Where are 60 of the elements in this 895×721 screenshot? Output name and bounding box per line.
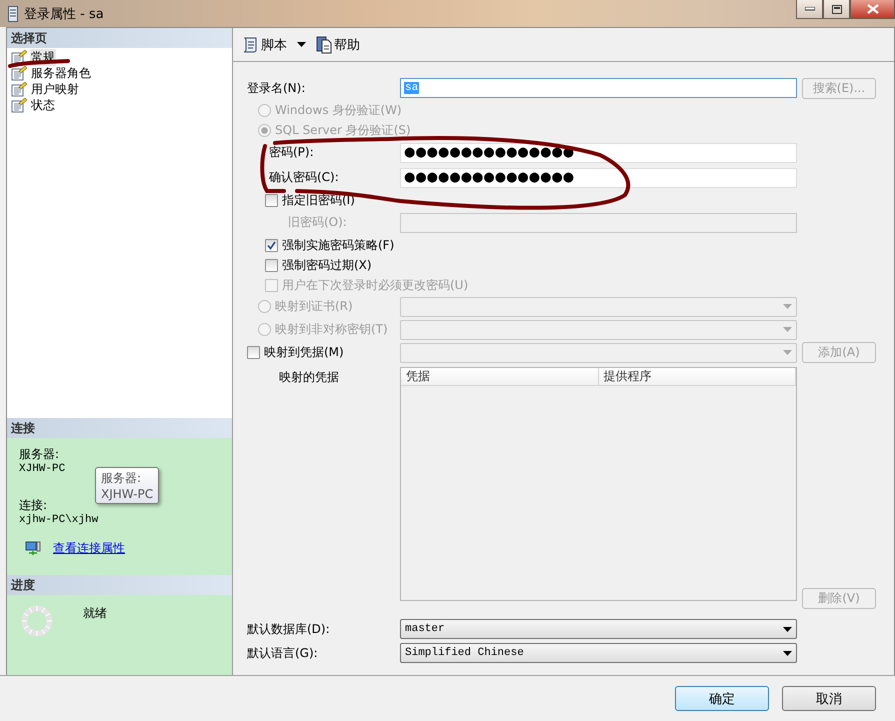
option-label: 映射到证书(R) xyxy=(275,298,353,315)
dropdown-caret-icon xyxy=(783,626,792,632)
dropdown[interactable]: master xyxy=(400,619,797,639)
checkmark-icon xyxy=(267,240,276,250)
page-icon xyxy=(11,66,27,80)
scroll-icon xyxy=(241,36,259,54)
server-label: 服务器: xyxy=(19,446,60,463)
progress-spinner-icon xyxy=(21,605,53,637)
dropdown[interactable]: Simplified Chinese xyxy=(400,643,797,663)
status-text: 就绪 xyxy=(83,605,107,622)
option-label: 强制实施密码策略(F) xyxy=(282,236,394,254)
field-label: 默认数据库(D): xyxy=(247,620,330,638)
grid-label: 映射的凭据 xyxy=(279,369,339,386)
page-list-item[interactable]: 状态 xyxy=(30,96,56,114)
hand-drawn-underline xyxy=(8,59,70,68)
dropdown-caret-icon[interactable] xyxy=(297,42,306,47)
dialog-button[interactable]: 取消 xyxy=(782,686,876,711)
minimize-icon xyxy=(804,7,814,11)
close-icon xyxy=(866,4,878,14)
panel-header: 选择页 xyxy=(7,28,232,48)
option-label: 用户在下次登录时必须更改密码(U) xyxy=(282,276,468,294)
script-button[interactable]: 脚本 xyxy=(239,34,289,56)
field-label: 密码(P): xyxy=(269,144,314,161)
server-name: XJHW-PC xyxy=(19,463,66,475)
column-header[interactable]: 提供程序 xyxy=(598,368,796,385)
maximize-button[interactable] xyxy=(823,0,850,19)
option-label: 强制密码过期(X) xyxy=(282,256,372,274)
minimize-button[interactable] xyxy=(796,0,823,19)
dropdown-caret-icon xyxy=(783,650,792,656)
window-title: 登录属性 - sa xyxy=(24,6,105,22)
column-header[interactable]: 凭据 xyxy=(401,368,598,385)
option-label: 映射到非对称密钥(T) xyxy=(275,321,388,338)
page-list-item[interactable]: 用户映射 xyxy=(30,80,80,98)
panel-header: 连接 xyxy=(7,418,232,438)
dropdown-caret-icon xyxy=(783,304,792,309)
tooltip: 服务器: XJHW-PC xyxy=(95,467,160,504)
page-list-item[interactable]: 服务器角色 xyxy=(30,64,92,82)
checkbox[interactable] xyxy=(247,346,260,359)
option-label: Windows 身份验证(W) xyxy=(275,102,402,118)
connection-name: xjhw-PC\xjhw xyxy=(19,514,100,526)
field-label: 确认密码(C): xyxy=(269,169,339,186)
page-icon xyxy=(11,82,27,96)
field-label: 默认语言(G): xyxy=(247,644,318,662)
dropdown-caret-icon xyxy=(783,327,792,332)
dialog-button[interactable]: 确定 xyxy=(675,686,769,711)
help-book-icon xyxy=(316,36,332,54)
help-button[interactable]: 帮助 xyxy=(314,34,362,56)
panel-header: 进度 xyxy=(7,575,232,595)
close-button[interactable] xyxy=(850,0,895,19)
option-label: 映射到凭据(M) xyxy=(264,344,344,361)
field-label: 旧密码(O): xyxy=(288,214,347,231)
connection-properties-link[interactable]: 查看连接属性 xyxy=(53,540,125,557)
maximize-icon xyxy=(832,4,842,14)
connection-label: 连接: xyxy=(19,497,48,514)
option-label: SQL Server 身份验证(S) xyxy=(275,122,411,138)
computer-icon xyxy=(25,541,41,556)
field-label: 登录名(N): xyxy=(247,80,306,96)
window-icon xyxy=(8,6,18,22)
dropdown-caret-icon xyxy=(783,350,792,355)
page-icon xyxy=(11,98,27,112)
